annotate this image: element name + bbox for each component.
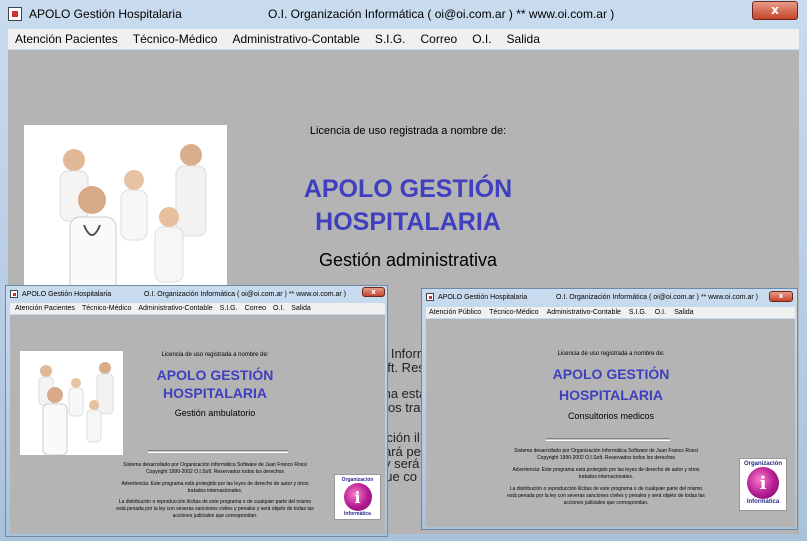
- right-dev-line1: Sistema desarrollado por Organización In…: [514, 448, 698, 454]
- right-menu-atencion-publico[interactable]: Atención Público: [429, 309, 481, 316]
- main-menubar: Atención Pacientes Técnico-Médico Admini…: [8, 29, 799, 49]
- left-app-icon: [10, 290, 18, 298]
- left-titlebar[interactable]: APOLO Gestión Hospitalaria O.I. Organiza…: [6, 286, 387, 302]
- left-title: APOLO Gestión Hospitalaria: [22, 290, 112, 298]
- license-label: Licencia de uso registrada a nombre de:: [309, 125, 507, 137]
- left-medical-staff-image: [20, 351, 123, 455]
- left-menubar: Atención Pacientes Técnico-Médico Admini…: [10, 303, 385, 314]
- left-close-button[interactable]: x: [362, 287, 385, 297]
- right-logo-text-bottom: Informática: [746, 499, 780, 505]
- menu-tecnico-medico[interactable]: Técnico-Médico: [133, 32, 218, 46]
- close-icon: x: [771, 3, 779, 17]
- left-warn-line2: tratados internacionales.: [187, 488, 243, 494]
- close-icon: x: [371, 288, 376, 296]
- left-client-area: Licencia de uso registrada a nombre de: …: [10, 315, 385, 534]
- close-icon: x: [778, 292, 784, 300]
- app-icon: [8, 7, 22, 21]
- right-logo-mark: [747, 467, 779, 499]
- right-close-button[interactable]: x: [769, 291, 793, 302]
- right-client-area: Licencia de uso registrada a nombre de: …: [426, 319, 795, 527]
- left-module-subtitle: Gestión ambulatorio: [174, 408, 256, 418]
- right-menu-salida[interactable]: Salida: [674, 309, 693, 316]
- right-separator: [546, 438, 670, 441]
- main-titlebar[interactable]: APOLO Gestión Hospitalaria O.I. Organiza…: [0, 0, 807, 28]
- left-menu-sig[interactable]: S.I.G.: [220, 305, 238, 312]
- right-legal-line1: La distribución o reproducción ilícitas …: [509, 486, 703, 492]
- app-name-line2: HOSPITALARIA: [315, 208, 501, 236]
- menu-sig[interactable]: S.I.G.: [375, 32, 406, 46]
- right-menu-oi[interactable]: O.I.: [655, 309, 666, 316]
- right-menu-tecnico-medico[interactable]: Técnico-Médico: [489, 309, 538, 316]
- right-legal-line3: acciones judiciales que correspondan.: [563, 500, 649, 506]
- right-menubar: Atención Público Técnico-Médico Administ…: [426, 307, 795, 318]
- left-dev-line1: Sistema desarrollado por Organización In…: [123, 462, 307, 468]
- right-titlebar[interactable]: APOLO Gestión Hospitalaria O.I. Organiza…: [422, 289, 797, 305]
- right-module-subtitle: Consultorios medicos: [567, 411, 655, 421]
- right-menu-sig[interactable]: S.I.G.: [629, 309, 647, 316]
- left-menu-administrativo-contable[interactable]: Administrativo-Contable: [138, 305, 212, 312]
- left-title-info: O.I. Organización Informática ( oi@oi.co…: [144, 290, 346, 298]
- left-license-label: Licencia de uso registrada a nombre de:: [161, 352, 269, 358]
- left-legal-line1: La distribución o reproducción ilícitas …: [118, 499, 312, 505]
- medical-staff-image: [24, 125, 227, 300]
- app-name-line1: APOLO GESTIÓN: [303, 175, 513, 203]
- left-separator: [148, 450, 288, 453]
- right-legal-line2: está penada por la ley con severas sanci…: [507, 493, 705, 499]
- left-menu-tecnico-medico[interactable]: Técnico-Médico: [82, 305, 131, 312]
- right-title-info: O.I. Organización Informática ( oi@oi.co…: [556, 293, 758, 301]
- left-menu-correo[interactable]: Correo: [245, 305, 266, 312]
- left-legal-line3: acciones judiciales que correspondan.: [172, 513, 258, 519]
- main-close-button[interactable]: x: [752, 1, 798, 20]
- left-menu-oi[interactable]: O.I.: [273, 305, 284, 312]
- left-oi-logo: Organización Informática: [334, 474, 381, 520]
- left-staff-photo: [20, 351, 123, 455]
- left-dev-line2: Copyright 1990-2002 O.I.Soft. Reservados…: [146, 469, 284, 475]
- right-app-name-line1: APOLO GESTIÓN: [552, 366, 670, 382]
- left-legal-line2: está penada por la ley con severas sanci…: [116, 506, 314, 512]
- left-child-window[interactable]: APOLO Gestión Hospitalaria O.I. Organiza…: [5, 285, 388, 537]
- left-app-name-line1: APOLO GESTIÓN: [156, 367, 274, 383]
- left-logo-text-bottom: Informática: [344, 511, 371, 517]
- right-oi-logo: Organización Informática: [739, 458, 787, 511]
- main-title-info: O.I. Organización Informática ( oi@oi.co…: [268, 7, 615, 21]
- right-child-window[interactable]: APOLO Gestión Hospitalaria O.I. Organiza…: [421, 288, 798, 530]
- staff-photo: [24, 125, 227, 300]
- module-subtitle: Gestión administrativa: [318, 250, 498, 270]
- right-menu-administrativo-contable[interactable]: Administrativo-Contable: [547, 309, 621, 316]
- right-title: APOLO Gestión Hospitalaria: [438, 293, 528, 301]
- left-logo-mark: [343, 483, 372, 511]
- left-menu-atencion-pacientes[interactable]: Atención Pacientes: [15, 305, 75, 312]
- right-license-label: Licencia de uso registrada a nombre de:: [557, 351, 665, 357]
- main-title: APOLO Gestión Hospitalaria: [29, 7, 182, 21]
- menu-salida[interactable]: Salida: [507, 32, 540, 46]
- menu-correo[interactable]: Correo: [421, 32, 458, 46]
- right-dev-line2: Copyright 1990-2002 O.I.Soft. Reservados…: [537, 455, 675, 461]
- right-warn-line2: tratados internacionales.: [578, 474, 634, 480]
- right-warn-line1: Advertencia: Este programa está protegid…: [512, 467, 700, 473]
- right-app-icon: [426, 293, 434, 301]
- right-app-name-line2: HOSPITALARIA: [559, 387, 663, 403]
- left-warn-line1: Advertencia: Este programa está protegid…: [121, 481, 309, 487]
- menu-administrativo-contable[interactable]: Administrativo-Contable: [232, 32, 359, 46]
- menu-oi[interactable]: O.I.: [472, 32, 491, 46]
- menu-atencion-pacientes[interactable]: Atención Pacientes: [15, 32, 118, 46]
- left-app-name-line2: HOSPITALARIA: [163, 385, 267, 401]
- left-menu-salida[interactable]: Salida: [291, 305, 310, 312]
